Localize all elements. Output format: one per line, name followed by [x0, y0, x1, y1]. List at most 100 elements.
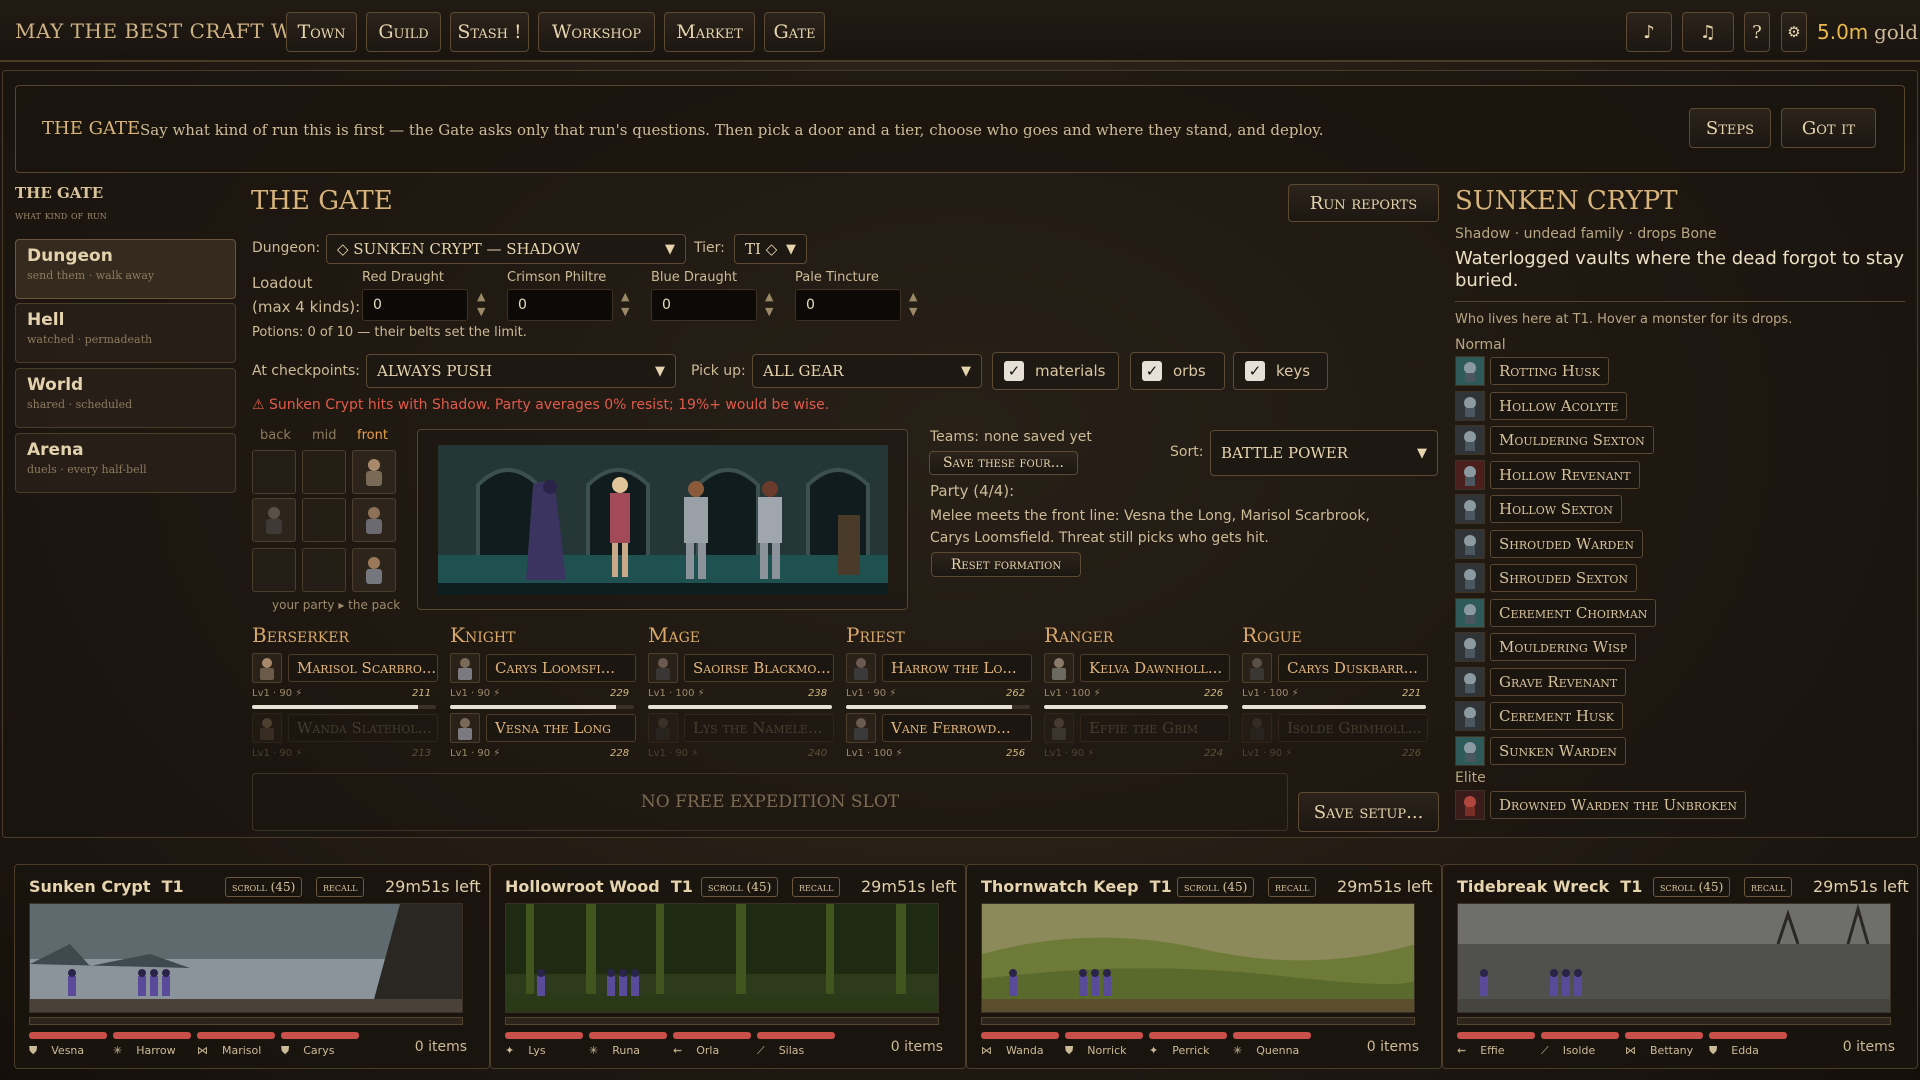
hero-button[interactable]: Harrow the Lo... [882, 654, 1032, 682]
party-member: ✦ Perrick [1149, 1044, 1210, 1057]
monster-name[interactable]: Mouldering Sexton [1490, 426, 1654, 454]
intro-banner: THE GATE Say what kind of run this is fi… [15, 85, 1905, 173]
mode-world[interactable]: World shared · scheduled [15, 368, 236, 428]
monster-name[interactable]: Grave Revenant [1490, 667, 1627, 696]
formation-slot-hero[interactable] [352, 498, 396, 542]
class-title: Rogue [1242, 623, 1302, 647]
hero-portrait [648, 653, 678, 683]
formation-slot[interactable] [302, 548, 346, 592]
formation-slot[interactable] [302, 450, 346, 494]
stepper-icon[interactable]: ▲ ▼ [765, 289, 773, 319]
formation-slot-hero[interactable] [252, 498, 296, 542]
class-title: Knight [450, 623, 516, 647]
save-team-button[interactable]: Save these four... [929, 451, 1078, 475]
mode-hell[interactable]: Hell watched · permadeath [15, 303, 236, 363]
hero-level-bar-fill [648, 705, 832, 709]
formation-slot[interactable] [252, 548, 296, 592]
music-notes-icon[interactable]: ♫ [1682, 12, 1734, 52]
dungeon-select[interactable]: ◇ SUNKEN CRYPT — SHADOW ▼ [326, 234, 686, 264]
tier-select[interactable]: TI ◇ ▼ [734, 234, 807, 264]
hero-button[interactable]: Vesna the Long [486, 714, 636, 742]
monster-name[interactable]: Cerement Choirman [1490, 598, 1657, 627]
teams-label: Teams: [930, 429, 980, 445]
axe-icon: ⋈ [1625, 1044, 1636, 1057]
hero-button[interactable]: Saoirse Blackmo... [684, 654, 834, 682]
blue-draught-input[interactable]: 0 [651, 289, 757, 321]
monster-name[interactable]: Shrouded Sexton [1490, 564, 1637, 592]
hero-button[interactable]: Marisol Scarbro... [288, 654, 438, 682]
tier-select-value: TI ◇ [745, 240, 778, 258]
hero-button[interactable]: Wanda Slatehol... [288, 714, 438, 742]
check-icon: ✓ [1245, 361, 1265, 381]
recall-button[interactable]: recall [1268, 877, 1317, 897]
settings-icon[interactable]: ⚙ [1781, 12, 1807, 52]
nav-stash[interactable]: Stash ! [450, 12, 529, 52]
mode-dungeon[interactable]: Dungeon send them · walk away [15, 239, 236, 299]
formation-slot-hero[interactable] [352, 548, 396, 592]
help-icon[interactable]: ? [1744, 12, 1770, 52]
save-setup-button[interactable]: Save setup... [1298, 792, 1439, 832]
monster-name[interactable]: Hollow Acolyte [1490, 391, 1628, 420]
hero-button[interactable]: Lys the Namele... [684, 714, 834, 742]
elite-monster[interactable]: Drowned Warden the Unbroken [1490, 791, 1747, 819]
party-member: ✳ Harrow [113, 1044, 176, 1057]
monster-name[interactable]: Cerement Husk [1490, 702, 1623, 730]
nav-gate[interactable]: Gate [764, 12, 825, 52]
formation-slot-hero[interactable] [352, 450, 396, 494]
hero-portrait-icon [366, 459, 382, 486]
pale-tincture-input[interactable]: 0 [795, 289, 901, 321]
scroll-button[interactable]: scroll (45) [1177, 877, 1255, 897]
formation-slot[interactable] [252, 450, 296, 494]
monster-name[interactable]: Rotting Husk [1490, 357, 1609, 385]
nav-town[interactable]: Town [286, 12, 357, 52]
recall-button[interactable]: recall [792, 877, 841, 897]
recall-button[interactable]: recall [316, 877, 365, 897]
formation-slot[interactable] [302, 498, 346, 542]
monster-name[interactable]: Mouldering Wisp [1490, 633, 1637, 661]
expedition-name: Tidebreak Wreck [1457, 877, 1610, 896]
expedition-scene-art [30, 904, 462, 1012]
hero-button[interactable]: Carys Duskbarr... [1278, 654, 1428, 682]
nav-market[interactable]: Market [664, 12, 755, 52]
sort-label: Sort: [1170, 444, 1204, 460]
stepper-icon[interactable]: ▲ ▼ [621, 289, 629, 319]
hero-button[interactable]: Isolde Grimholl... [1278, 714, 1428, 742]
checkpoints-select[interactable]: ALWAYS PUSH ▼ [366, 354, 676, 388]
steps-button[interactable]: Steps [1689, 108, 1771, 148]
monster-name[interactable]: Hollow Sexton [1490, 495, 1622, 523]
hero-button[interactable]: Carys Loomsfi... [486, 654, 636, 682]
pickup-select[interactable]: ALL GEAR ▼ [752, 354, 982, 388]
reset-formation-button[interactable]: Reset formation [931, 552, 1081, 577]
monster-name[interactable]: Shrouded Warden [1490, 529, 1643, 558]
nav-workshop[interactable]: Workshop [538, 12, 655, 52]
mode-arena[interactable]: Arena duels · every half-bell [15, 433, 236, 493]
scroll-button[interactable]: scroll (45) [701, 877, 779, 897]
scroll-button[interactable]: scroll (45) [1653, 877, 1731, 897]
hero-button[interactable]: Vane Ferrowd... [882, 714, 1032, 742]
stepper-icon[interactable]: ▲ ▼ [477, 289, 485, 319]
recall-button[interactable]: recall [1744, 877, 1793, 897]
monster-name[interactable]: Sunken Warden [1490, 736, 1626, 765]
expedition-progress-track [29, 1017, 463, 1025]
sort-select[interactable]: BATTLE POWER ▼ [1210, 430, 1438, 476]
hero-power: 221 [1402, 688, 1422, 699]
run-reports-button[interactable]: Run reports [1288, 184, 1439, 222]
hero-button[interactable]: Effie the Grim [1080, 714, 1230, 742]
materials-checkbox[interactable]: ✓ materials [992, 352, 1119, 390]
party-preview-scene [438, 445, 888, 595]
monster-name[interactable]: Hollow Revenant [1490, 460, 1640, 489]
music-note-icon[interactable]: ♪ [1626, 12, 1672, 52]
time-left: 29m51s left [385, 877, 481, 896]
member-hp-bar [281, 1032, 359, 1039]
expedition-scene [981, 903, 1415, 1013]
scroll-button[interactable]: scroll (45) [225, 877, 303, 897]
keys-checkbox[interactable]: ✓ keys [1233, 352, 1328, 390]
crimson-philtre-input[interactable]: 0 [507, 289, 613, 321]
orbs-checkbox[interactable]: ✓ orbs [1130, 352, 1225, 390]
red-draught-input[interactable]: 0 [362, 289, 468, 321]
nav-guild[interactable]: Guild [366, 12, 441, 52]
hero-button[interactable]: Kelva Dawnholl... [1080, 654, 1230, 682]
got-it-button[interactable]: Got it [1781, 108, 1876, 148]
orbs-label: orbs [1173, 362, 1206, 380]
stepper-icon[interactable]: ▲ ▼ [909, 289, 917, 319]
